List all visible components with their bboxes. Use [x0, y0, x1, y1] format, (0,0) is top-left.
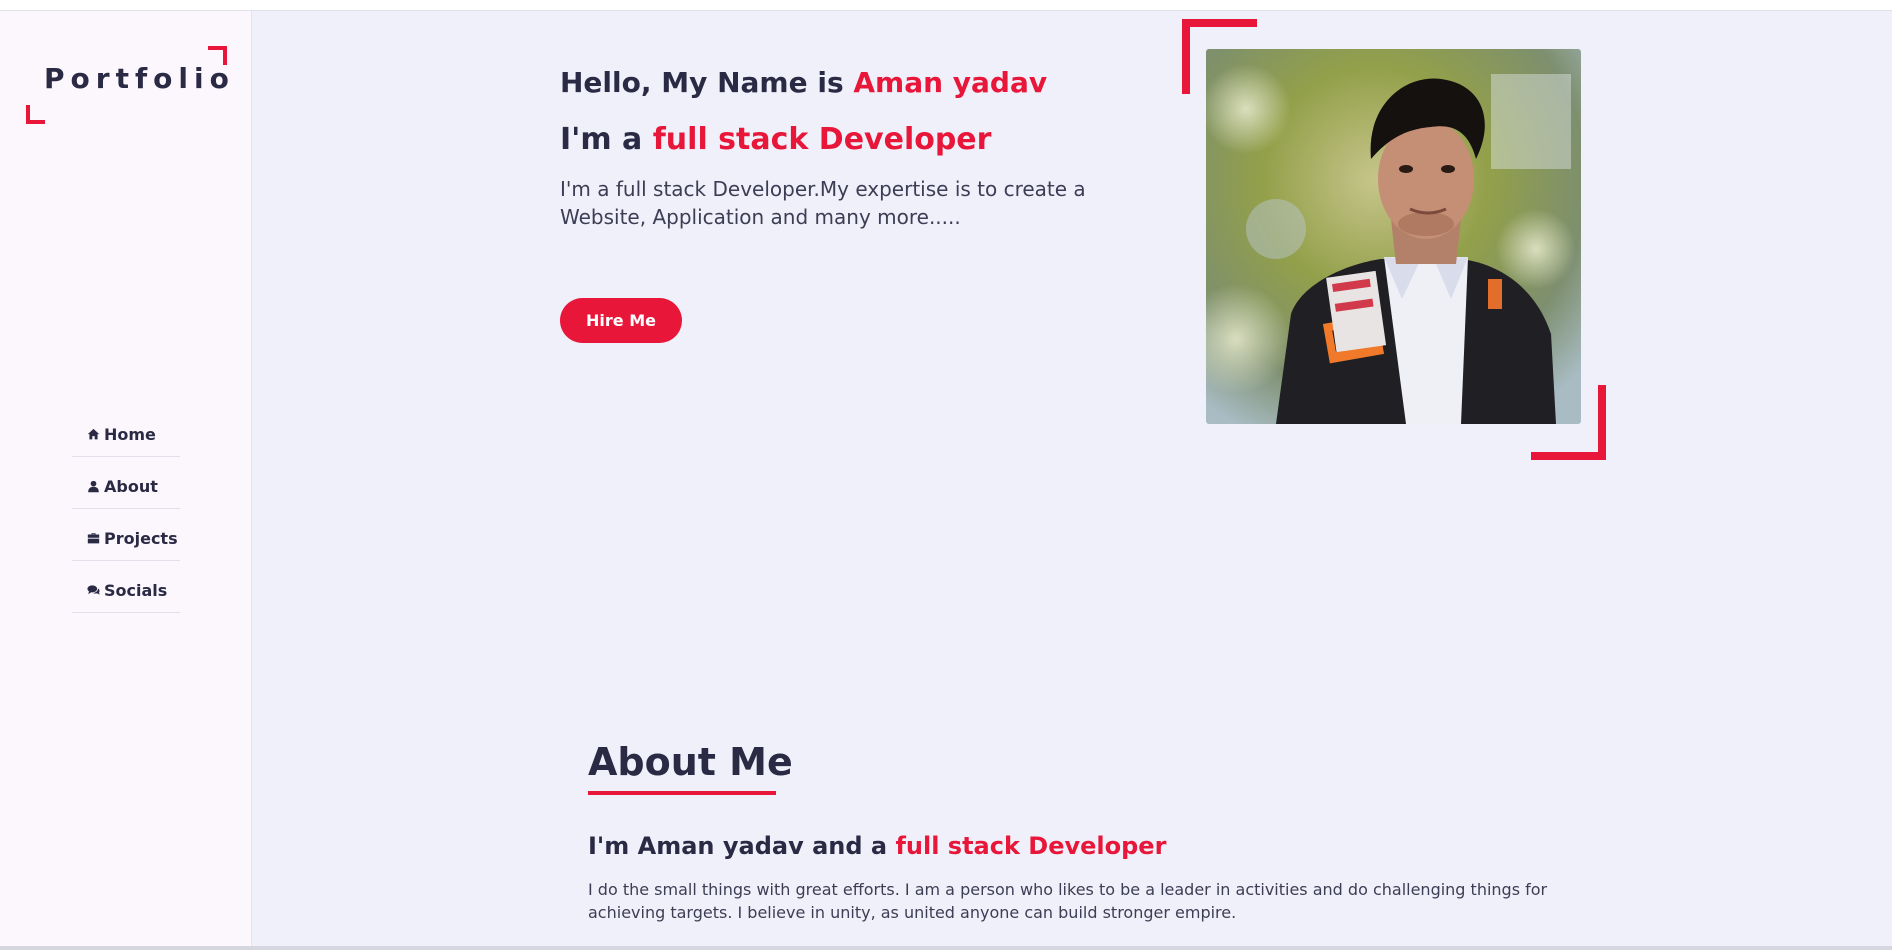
top-border [0, 0, 1892, 11]
role-prefix: I'm a [560, 122, 653, 157]
user-icon [86, 480, 100, 494]
about-subtitle-accent: full stack Developer [895, 832, 1167, 860]
greeting-prefix: Hello, My Name is [560, 66, 854, 99]
hero-role: I'm a full stack Developer [560, 122, 991, 157]
home-icon [86, 428, 100, 442]
logo-corner-bottom-left [26, 105, 45, 124]
sidebar-nav: Home About Projects Socials [72, 405, 180, 613]
nav-item-label: About [104, 477, 158, 496]
nav-item-label: Home [104, 425, 156, 444]
about-title: About Me [588, 740, 793, 784]
logo-text: Portfolio [44, 62, 235, 95]
about-title-underline [588, 791, 776, 795]
sidebar: Portfolio Home About Projects Socials [0, 11, 252, 946]
logo[interactable]: Portfolio [26, 46, 229, 124]
comments-icon [86, 584, 100, 598]
nav-item-socials[interactable]: Socials [72, 561, 180, 613]
hero-greeting: Hello, My Name is Aman yadav [560, 66, 1047, 99]
about-subtitle: I'm Aman yadav and a full stack Develope… [588, 832, 1166, 860]
briefcase-icon [86, 532, 100, 546]
nav-item-label: Projects [104, 529, 178, 548]
nav-item-label: Socials [104, 581, 168, 600]
photo-frame-bottom-right [1531, 385, 1606, 460]
nav-item-home[interactable]: Home [72, 405, 180, 457]
hire-me-button[interactable]: Hire Me [560, 298, 682, 343]
nav-item-about[interactable]: About [72, 457, 180, 509]
nav-item-projects[interactable]: Projects [72, 509, 180, 561]
bottom-border [0, 946, 1892, 950]
profile-photo [1206, 49, 1581, 424]
hero-role-accent: full stack Developer [652, 122, 992, 157]
hero-description: I'm a full stack Developer.My expertise … [560, 177, 1086, 229]
hero-name: Aman yadav [853, 66, 1048, 99]
about-text: I do the small things with great efforts… [588, 880, 1548, 922]
about-subtitle-prefix: I'm Aman yadav and a [588, 832, 896, 860]
